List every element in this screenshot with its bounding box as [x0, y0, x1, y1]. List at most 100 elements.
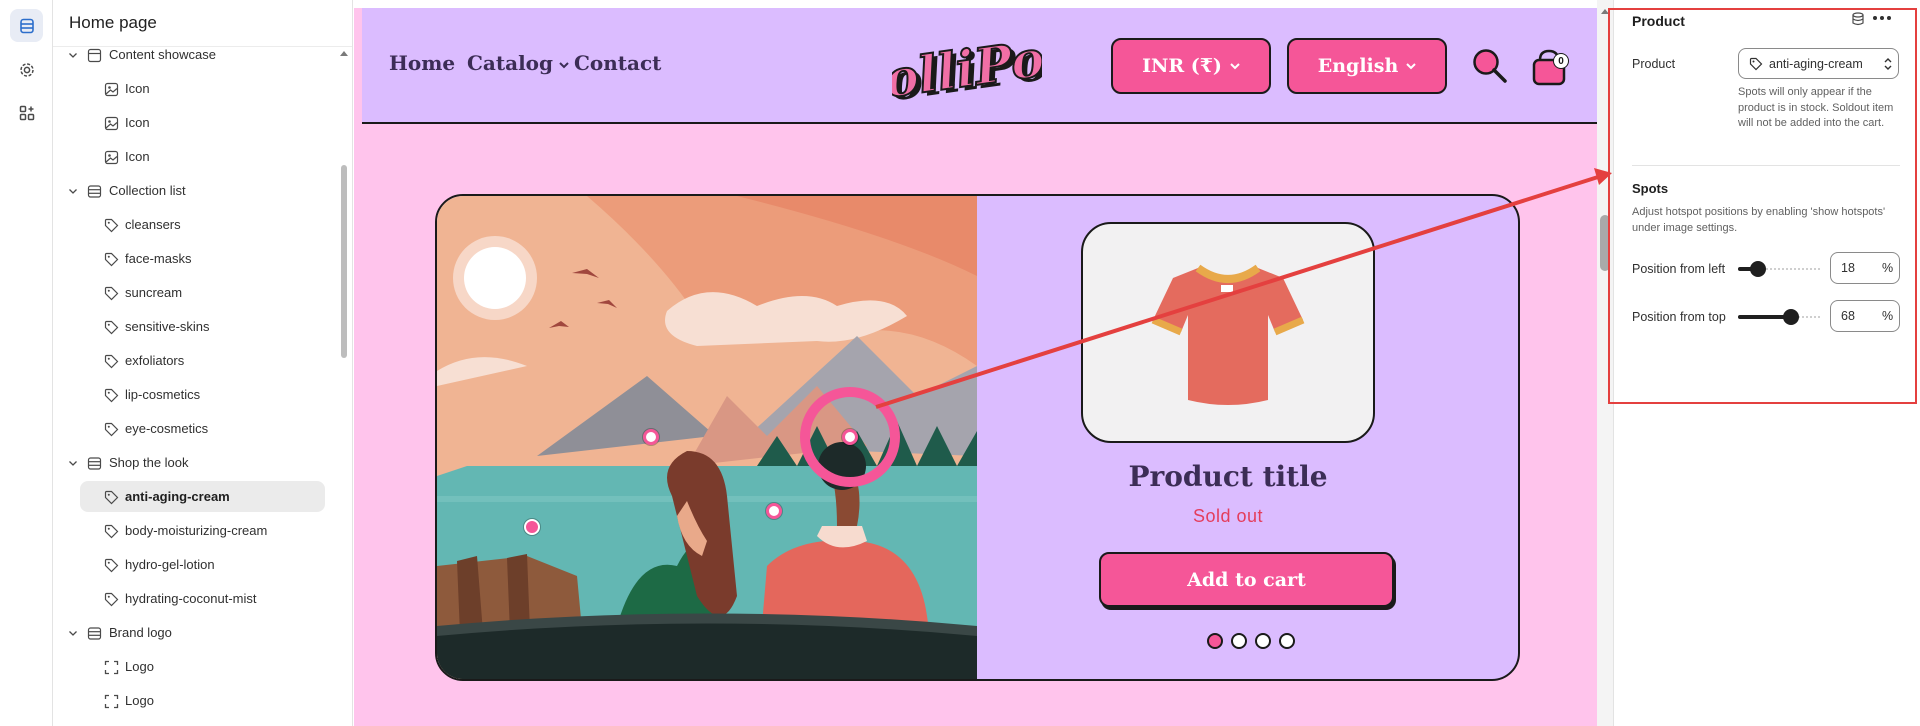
nav-catalog-link[interactable]: Catalog	[467, 51, 569, 75]
frame-icon	[104, 660, 119, 675]
hotspot-2[interactable]	[524, 519, 540, 535]
tree-row-label: sensitive-skins	[125, 319, 210, 334]
slide-dot[interactable]	[1255, 633, 1271, 649]
tag-icon	[104, 558, 119, 573]
nav-home-link[interactable]: Home	[389, 51, 455, 75]
section-tree-list: Content showcase Icon Icon Icon Collection l…	[53, 38, 343, 726]
nav-contact-link[interactable]: Contact	[574, 51, 661, 75]
app-embeds-button[interactable]	[10, 96, 43, 129]
tree-row-label: Logo	[125, 693, 154, 708]
chevron-down-icon	[1230, 63, 1240, 70]
tree-row-label: Logo	[125, 659, 154, 674]
currency-selector[interactable]: INR (₹)	[1111, 38, 1271, 94]
chevron-down-icon	[1406, 63, 1416, 70]
tree-block-row[interactable]: Logo	[53, 684, 343, 718]
tree-block-row[interactable]: body-moisturizing-cream	[53, 514, 343, 548]
shop-the-look-card: Product title Sold out Add to cart	[435, 194, 1520, 681]
tree-block-row[interactable]: Logo	[53, 718, 343, 726]
sold-out-label: Sold out	[1192, 506, 1264, 526]
tree-section-row[interactable]: Brand logo	[53, 616, 343, 650]
image-icon	[104, 116, 119, 131]
tag-icon	[104, 422, 119, 437]
add-to-cart-button[interactable]: Add to cart	[1099, 552, 1394, 607]
tree-block-row[interactable]: cleansers	[53, 208, 343, 242]
page-title: Home page	[69, 13, 157, 32]
search-icon[interactable]	[1471, 47, 1509, 85]
slide-dot[interactable]	[1231, 633, 1247, 649]
apps-icon	[19, 105, 34, 120]
currency-value: INR (₹)	[1142, 55, 1222, 77]
product-title[interactable]: Product title	[1077, 460, 1379, 493]
hotspot-selected[interactable]	[842, 429, 858, 445]
tree-section-row[interactable]: Content showcase	[53, 38, 343, 72]
image-stack-icon	[87, 48, 102, 63]
tree-block-row[interactable]: suncream	[53, 276, 343, 310]
tree-section-row[interactable]: Collection list	[53, 174, 343, 208]
tree-row-label: Brand logo	[109, 625, 172, 640]
image-icon	[104, 82, 119, 97]
tree-block-row[interactable]: exfoliators	[53, 344, 343, 378]
nav-catalog-label: Catalog	[467, 51, 553, 75]
sections-button[interactable]	[10, 9, 43, 42]
annotation-callout-box	[1608, 8, 1917, 404]
slide-dot[interactable]	[1279, 633, 1295, 649]
tree-block-row[interactable]: anti-aging-cream	[53, 480, 343, 514]
tree-block-row[interactable]: Logo	[53, 650, 343, 684]
chevron-down-icon[interactable]	[67, 185, 79, 197]
list-icon	[87, 184, 102, 199]
tree-row-label: face-masks	[125, 251, 192, 266]
logo-text: LolliPop	[892, 28, 1042, 110]
chevron-down-icon[interactable]	[67, 49, 79, 61]
slide-dots	[1207, 633, 1295, 649]
chevron-down-icon	[559, 61, 569, 68]
chevron-down-icon[interactable]	[67, 627, 79, 639]
tree-row-label: body-moisturizing-cream	[125, 523, 268, 538]
icon-rail	[0, 0, 53, 726]
tree-row-label: hydro-gel-lotion	[125, 557, 215, 572]
tree-row-label: suncream	[125, 285, 183, 300]
tag-icon	[104, 592, 119, 607]
slide-dot[interactable]	[1207, 633, 1223, 649]
tree-row-label: anti-aging-cream	[125, 489, 230, 504]
tag-icon	[104, 354, 119, 369]
image-icon	[104, 150, 119, 165]
tag-icon	[104, 388, 119, 403]
list-icon	[87, 456, 102, 471]
tree-block-row[interactable]: Icon	[53, 140, 343, 174]
tree-row-label: Content showcase	[109, 47, 216, 62]
tag-icon	[104, 252, 119, 267]
tree-row-label: Icon	[125, 115, 150, 130]
tree-block-row[interactable]: Icon	[53, 72, 343, 106]
tree-block-row[interactable]: face-masks	[53, 242, 343, 276]
tree-block-row[interactable]: hydro-gel-lotion	[53, 548, 343, 582]
tree-block-row[interactable]: hydrating-coconut-mist	[53, 582, 343, 616]
tree-section-row[interactable]: Shop the look	[53, 446, 343, 480]
tree-block-row[interactable]: eye-cosmetics	[53, 412, 343, 446]
scroll-up-arrow-icon[interactable]	[340, 50, 348, 58]
tree-row-label: Icon	[125, 149, 150, 164]
tag-icon	[104, 490, 119, 505]
tree-row-label: Shop the look	[109, 455, 189, 470]
section-tree-panel: Home page Content showcase Icon Icon Icon Co…	[53, 0, 353, 726]
frame-icon	[104, 694, 119, 709]
tree-scrollbar-thumb[interactable]	[341, 165, 347, 358]
tree-row-label: cleansers	[125, 217, 181, 232]
tree-row-label: eye-cosmetics	[125, 421, 209, 436]
tree-row-label: Collection list	[109, 183, 186, 198]
hotspot-1[interactable]	[643, 429, 659, 445]
tree-block-row[interactable]: sensitive-skins	[53, 310, 343, 344]
tag-icon	[104, 286, 119, 301]
hotspot-3[interactable]	[766, 503, 782, 519]
tree-row-label: hydrating-coconut-mist	[125, 591, 257, 606]
chevron-down-icon[interactable]	[67, 457, 79, 469]
tree-row-label: lip-cosmetics	[125, 387, 201, 402]
tree-block-row[interactable]: Icon	[53, 106, 343, 140]
theme-settings-button[interactable]	[10, 53, 43, 86]
lollipop-logo[interactable]: LolliPop LolliPop	[892, 28, 1042, 110]
cart-count-badge: 0	[1553, 53, 1569, 69]
gear-icon	[19, 62, 34, 77]
language-selector[interactable]: English	[1287, 38, 1447, 94]
tree-block-row[interactable]: lip-cosmetics	[53, 378, 343, 412]
tag-icon	[104, 524, 119, 539]
tree-row-label: exfoliators	[125, 353, 185, 368]
